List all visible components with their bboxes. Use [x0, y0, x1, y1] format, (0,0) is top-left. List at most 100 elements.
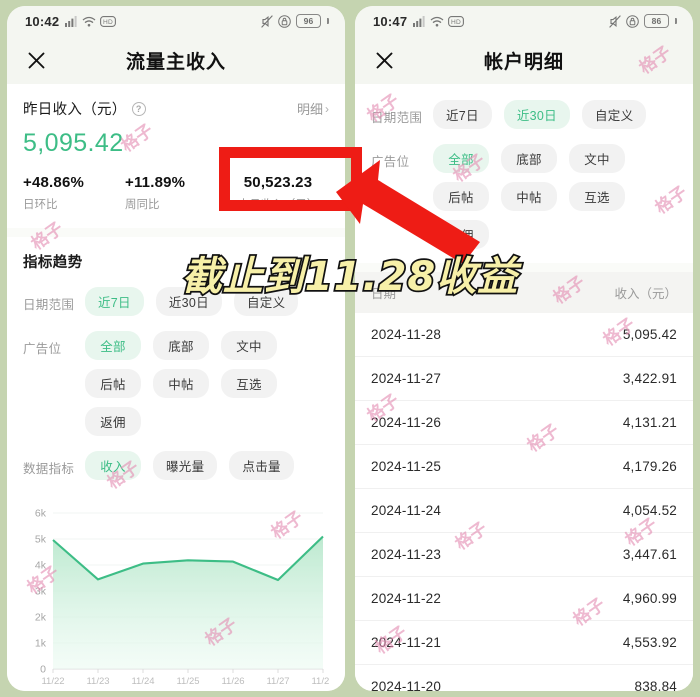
chevron-right-icon: ›: [325, 101, 329, 116]
status-right-icons: 86: [609, 14, 677, 28]
chip-all[interactable]: 全部: [433, 144, 489, 173]
battery-icon: 96: [296, 14, 321, 28]
y-axis-label: 0: [40, 664, 46, 676]
chip-custom[interactable]: 自定义: [581, 100, 647, 129]
table-row[interactable]: 2024-11-25 4,179.26: [355, 445, 693, 489]
x-axis-label: 11/24: [131, 676, 154, 687]
close-icon[interactable]: [23, 47, 49, 73]
row-amount: 3,422.91: [622, 371, 677, 386]
battery-icon: 86: [644, 14, 669, 28]
row-date: 2024-11-24: [371, 503, 442, 518]
table-row[interactable]: 2024-11-21 4,553.92: [355, 621, 693, 665]
x-axis-label: 11/26: [221, 676, 244, 687]
lock-icon: [278, 14, 291, 28]
chip-near-30-days[interactable]: 近30日: [155, 287, 222, 316]
chip-mid-post[interactable]: 中帖: [153, 369, 209, 398]
status-time: 10:47: [373, 13, 408, 29]
y-axis-label: 5k: [35, 534, 47, 546]
chip-mutual-select[interactable]: 互选: [569, 182, 625, 211]
row-date: 2024-11-20: [371, 679, 442, 691]
signal-icon: [65, 15, 77, 27]
y-axis-label: 6k: [35, 508, 47, 520]
row-amount: 838.84: [634, 679, 677, 691]
income-summary-card: 昨日收入（元） ? 明细 › 5,095.42 +48.86% 日环比 +11.…: [7, 84, 345, 228]
table-row[interactable]: 2024-11-26 4,131.21: [355, 401, 693, 445]
row-amount: 4,553.92: [622, 635, 677, 650]
hd-icon: HD: [100, 15, 117, 27]
status-left-icons: HD: [413, 15, 465, 27]
chip-custom[interactable]: 自定义: [233, 287, 299, 316]
filter-label: 广告位: [371, 155, 410, 169]
chip-clicks[interactable]: 点击量: [229, 451, 294, 480]
y-axis-label: 1k: [35, 638, 47, 650]
status-time: 10:42: [25, 13, 60, 29]
chip-after-post[interactable]: 后帖: [85, 369, 141, 398]
table-row[interactable]: 2024-11-23 3,447.61: [355, 533, 693, 577]
chip-group-date-range: 近7日 近30日 自定义: [85, 287, 329, 316]
stat-value: +48.86%: [23, 174, 85, 191]
row-amount: 4,179.26: [622, 459, 677, 474]
chip-rebate[interactable]: 返佣: [85, 407, 141, 436]
battery-level: 96: [303, 16, 314, 26]
income-card-header: 昨日收入（元） ? 明细 ›: [23, 98, 329, 119]
chip-all[interactable]: 全部: [85, 331, 141, 360]
chip-bottom[interactable]: 底部: [153, 331, 209, 360]
svg-text:HD: HD: [451, 19, 461, 26]
chip-after-post[interactable]: 后帖: [433, 182, 489, 211]
chip-mutual-select[interactable]: 互选: [221, 369, 277, 398]
y-axis-label: 2k: [35, 612, 47, 624]
chip-near-7-days[interactable]: 近7日: [433, 100, 492, 129]
chip-bottom[interactable]: 底部: [501, 144, 557, 173]
chip-mid-post[interactable]: 中帖: [501, 182, 557, 211]
signal-icon: [413, 15, 425, 27]
stat-value: +11.89%: [125, 174, 186, 191]
chart-svg: 01k2k3k4k5k6k 11/22 11/23 11/24 11/25 11/26 1…: [35, 508, 329, 688]
income-stat-row: +48.86% 日环比 +11.89% 周同比 50,523.23 本月收入（元…: [23, 174, 329, 212]
filter-data-metric: 数据指标 收入 曝光量 点击量: [23, 451, 329, 480]
right-status-bar: 10:47 HD 86: [355, 6, 693, 36]
chip-income[interactable]: 收入: [85, 451, 141, 480]
yesterday-income-label: 昨日收入（元）: [23, 102, 127, 118]
right-phone-panel: 10:47 HD 86 帐户明细 日期范围 近7日 近30日 自定义 广告位 全…: [355, 6, 693, 691]
stat-caption: 本月收入（元）: [237, 199, 319, 211]
row-date: 2024-11-25: [371, 459, 442, 474]
y-axis-label: 4k: [35, 560, 47, 572]
right-nav-bar: 帐户明细: [355, 36, 693, 84]
chip-in-text[interactable]: 文中: [569, 144, 625, 173]
table-row[interactable]: 2024-11-28 5,095.42: [355, 313, 693, 357]
table-row[interactable]: 2024-11-24 4,054.52: [355, 489, 693, 533]
chip-group-ad-slot: 全部 底部 文中 后帖 中帖 互选 返佣: [433, 144, 677, 249]
stat-value: 50,523.23: [243, 174, 313, 191]
chip-near-7-days[interactable]: 近7日: [85, 287, 144, 316]
table-header: 日期 收入（元）: [355, 272, 693, 313]
filter-date-range: 日期范围 近7日 近30日 自定义: [23, 287, 329, 316]
close-icon[interactable]: [371, 47, 397, 73]
screenshot-root: 10:42 HD 96 流量主收入 昨日收入（元） ? 明细 › 5,095.4…: [0, 0, 700, 697]
chip-near-30-days[interactable]: 近30日: [503, 100, 570, 129]
chip-rebate[interactable]: 返佣: [433, 220, 489, 249]
row-date: 2024-11-27: [371, 371, 442, 386]
row-date: 2024-11-22: [371, 591, 442, 606]
column-header-date: 日期: [371, 287, 397, 301]
table-row[interactable]: 2024-11-27 3,422.91: [355, 357, 693, 401]
x-axis-label: 11/23: [86, 676, 109, 687]
filter-label: 数据指标: [23, 462, 75, 476]
chip-in-text[interactable]: 文中: [221, 331, 277, 360]
left-phone-panel: 10:42 HD 96 流量主收入 昨日收入（元） ? 明细 › 5,095.4…: [7, 6, 345, 691]
table-row[interactable]: 2024-11-20 838.84: [355, 665, 693, 691]
page-title: 流量主收入: [125, 51, 226, 73]
help-icon[interactable]: ?: [131, 101, 146, 116]
account-filter-card: 日期范围 近7日 近30日 自定义 广告位 全部 底部 文中 后帖 中帖 互选 …: [355, 84, 693, 263]
x-axis-label: 11/22: [41, 676, 64, 687]
table-row[interactable]: 2024-11-22 4,960.99: [355, 577, 693, 621]
battery-cap-icon: [327, 18, 329, 24]
chip-impressions[interactable]: 曝光量: [153, 451, 218, 480]
left-status-bar: 10:42 HD 96: [7, 6, 345, 36]
row-date: 2024-11-23: [371, 547, 442, 562]
detail-link[interactable]: 明细 ›: [297, 99, 329, 118]
status-left-icons: HD: [65, 15, 117, 27]
row-date: 2024-11-26: [371, 415, 442, 430]
page-title: 帐户明细: [483, 51, 564, 73]
status-right-icons: 96: [261, 14, 329, 28]
yesterday-income-amount: 5,095.42: [23, 129, 124, 157]
